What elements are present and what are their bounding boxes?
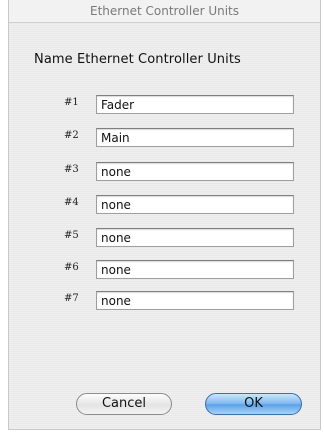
unit-row-6: #6 xyxy=(9,260,320,282)
unit-label-6: #6 xyxy=(64,262,79,273)
unit-name-input-2[interactable] xyxy=(96,128,294,147)
unit-label-5: #5 xyxy=(64,230,79,241)
unit-label-7: #7 xyxy=(64,293,79,304)
unit-row-5: #5 xyxy=(9,228,320,250)
unit-name-input-4[interactable] xyxy=(96,195,294,214)
unit-row-3: #3 xyxy=(9,162,320,184)
unit-row-2: #2 xyxy=(9,128,320,150)
unit-label-3: #3 xyxy=(64,164,79,175)
cancel-button[interactable]: Cancel xyxy=(76,393,172,415)
dialog-window: Ethernet Controller Units Name Ethernet … xyxy=(8,0,321,430)
unit-row-7: #7 xyxy=(9,291,320,313)
unit-name-input-5[interactable] xyxy=(96,228,294,247)
dialog-heading: Name Ethernet Controller Units xyxy=(34,52,241,67)
unit-row-1: #1 xyxy=(9,95,320,117)
unit-label-1: #1 xyxy=(64,97,79,108)
unit-name-input-6[interactable] xyxy=(96,260,294,279)
unit-label-4: #4 xyxy=(64,197,79,208)
unit-name-input-7[interactable] xyxy=(96,291,294,310)
window-title: Ethernet Controller Units xyxy=(9,0,320,23)
ok-button[interactable]: OK xyxy=(205,393,302,415)
unit-name-input-1[interactable] xyxy=(96,95,294,114)
unit-label-2: #2 xyxy=(64,130,79,141)
unit-row-4: #4 xyxy=(9,195,320,217)
unit-name-input-3[interactable] xyxy=(96,162,294,181)
